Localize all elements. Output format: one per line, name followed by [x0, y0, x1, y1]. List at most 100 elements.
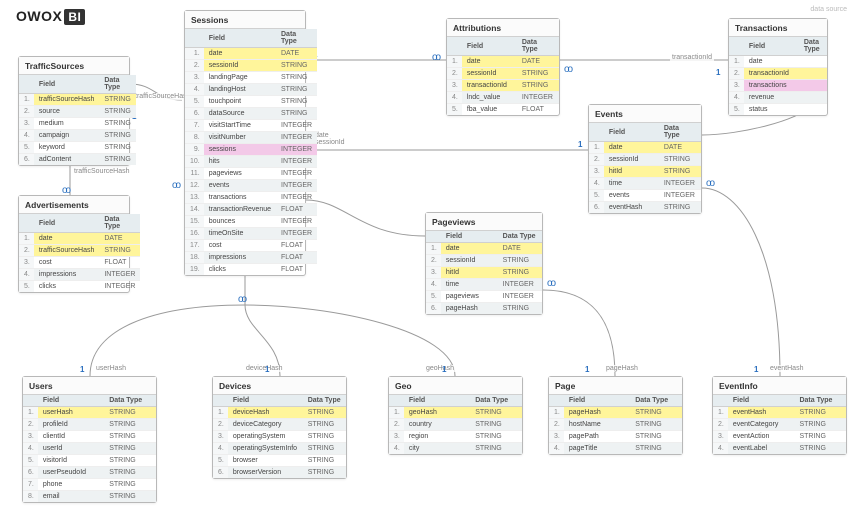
table-row[interactable]: 2.sessionIdSTRING [447, 68, 559, 80]
table-row[interactable]: 3.clientIdSTRING [23, 431, 156, 443]
table-row[interactable]: 2.sessionIdSTRING [589, 154, 701, 166]
table-row[interactable]: 1.geoHashSTRING [389, 407, 522, 419]
table-row[interactable]: 3.hitIdSTRING [426, 267, 542, 279]
table-row[interactable]: 4.landingHostSTRING [185, 84, 317, 96]
entity-attributions[interactable]: AttributionsFieldData Type1.dateDATE2.se… [446, 18, 560, 116]
table-row[interactable]: 5.visitorIdSTRING [23, 455, 156, 467]
table-row[interactable]: 4.revenue [729, 92, 827, 104]
table-row[interactable]: 5.pageviewsINTEGER [426, 291, 542, 303]
table-row[interactable]: 7.visitStartTimeINTEGER [185, 120, 317, 132]
table-row[interactable]: 6.pageHashSTRING [426, 303, 542, 315]
table-row[interactable]: 4.lndc_valueINTEGER [447, 92, 559, 104]
table-row[interactable]: 3.transactions [729, 80, 827, 92]
table-row[interactable]: 1.deviceHashSTRING [213, 407, 346, 419]
table-row[interactable]: 2.trafficSourceHashSTRING [19, 245, 140, 257]
table-row[interactable]: 5.status [729, 104, 827, 116]
table-row[interactable]: 1.pageHashSTRING [549, 407, 682, 419]
table-row[interactable]: 3.mediumSTRING [19, 118, 136, 130]
table-row[interactable]: 8.visitNumberINTEGER [185, 132, 317, 144]
table-row[interactable]: 5.browserSTRING [213, 455, 346, 467]
data-type: INTEGER [276, 156, 317, 168]
data-type: DATE [659, 142, 701, 154]
table-row[interactable]: 4.campaignSTRING [19, 130, 136, 142]
table-row[interactable]: 2.sessionIdSTRING [185, 60, 317, 72]
table-row[interactable]: 1.date [729, 56, 827, 68]
table-row[interactable]: 3.transactionIdSTRING [447, 80, 559, 92]
entity-title: Geo [389, 377, 522, 395]
data-type: INTEGER [276, 144, 317, 156]
table-row[interactable]: 3.eventActionSTRING [713, 431, 846, 443]
table-row[interactable]: 2.countrySTRING [389, 419, 522, 431]
table-row[interactable]: 6.eventHashSTRING [589, 202, 701, 214]
entity-advertisements[interactable]: AdvertisementsFieldData Type1.dateDATE2.… [18, 195, 130, 293]
table-row[interactable]: 7.phoneSTRING [23, 479, 156, 491]
entity-geo[interactable]: GeoFieldData Type1.geoHashSTRING2.countr… [388, 376, 523, 455]
table-row[interactable]: 4.timeINTEGER [589, 178, 701, 190]
table-row[interactable]: 15.bouncesINTEGER [185, 216, 317, 228]
table-row[interactable]: 4.operatingSystemInfoSTRING [213, 443, 346, 455]
table-row[interactable]: 11.pageviewsINTEGER [185, 168, 317, 180]
table-row[interactable]: 1.dateDATE [447, 56, 559, 68]
table-row[interactable]: 6.adContentSTRING [19, 154, 136, 166]
table-row[interactable]: 18.impressionsFLOAT [185, 252, 317, 264]
table-row[interactable]: 2.transactionId [729, 68, 827, 80]
data-type: STRING [498, 267, 542, 279]
table-row[interactable]: 2.profileIdSTRING [23, 419, 156, 431]
table-row[interactable]: 1.eventHashSTRING [713, 407, 846, 419]
entity-trafficsources[interactable]: TrafficSourcesFieldData Type1.trafficSou… [18, 56, 130, 166]
entity-users[interactable]: UsersFieldData Type1.userHashSTRING2.pro… [22, 376, 157, 503]
row-num: 9. [185, 144, 204, 156]
table-row[interactable]: 4.pageTitleSTRING [549, 443, 682, 455]
table-row[interactable]: 14.transactionRevenueFLOAT [185, 204, 317, 216]
table-row[interactable]: 10.hitsINTEGER [185, 156, 317, 168]
table-row[interactable]: 5.fba_valueFLOAT [447, 104, 559, 116]
table-row[interactable]: 2.deviceCategorySTRING [213, 419, 346, 431]
table-row[interactable]: 8.emailSTRING [23, 491, 156, 503]
table-row[interactable]: 2.eventCategorySTRING [713, 419, 846, 431]
field-name: phone [38, 479, 104, 491]
table-row[interactable]: 6.browserVersionSTRING [213, 467, 346, 479]
entity-events[interactable]: EventsFieldData Type1.dateDATE2.sessionI… [588, 104, 702, 214]
table-row[interactable]: 3.pagePathSTRING [549, 431, 682, 443]
table-row[interactable]: 13.transactionsINTEGER [185, 192, 317, 204]
table-row[interactable]: 1.userHashSTRING [23, 407, 156, 419]
table-row[interactable]: 17.costFLOAT [185, 240, 317, 252]
entity-transactions[interactable]: TransactionsFieldData Type1.date2.transa… [728, 18, 828, 116]
row-num: 1. [19, 94, 34, 106]
table-row[interactable]: 4.userIdSTRING [23, 443, 156, 455]
entity-page[interactable]: PageFieldData Type1.pageHashSTRING2.host… [548, 376, 683, 455]
table-row[interactable]: 2.sourceSTRING [19, 106, 136, 118]
table-row[interactable]: 16.timeOnSiteINTEGER [185, 228, 317, 240]
table-row[interactable]: 1.dateDATE [426, 243, 542, 255]
table-row[interactable]: 6.dataSourceSTRING [185, 108, 317, 120]
table-row[interactable]: 1.trafficSourceHashSTRING [19, 94, 136, 106]
table-row[interactable]: 19.clicksFLOAT [185, 264, 317, 276]
table-row[interactable]: 5.touchpointSTRING [185, 96, 317, 108]
row-num: 2. [19, 245, 34, 257]
table-row[interactable]: 5.eventsINTEGER [589, 190, 701, 202]
table-row[interactable]: 5.clicksINTEGER [19, 281, 140, 293]
entity-eventinfo[interactable]: EventInfoFieldData Type1.eventHashSTRING… [712, 376, 847, 455]
entity-pageviews[interactable]: PageviewsFieldData Type1.dateDATE2.sessi… [425, 212, 543, 315]
table-row[interactable]: 5.keywordSTRING [19, 142, 136, 154]
table-row[interactable]: 4.impressionsINTEGER [19, 269, 140, 281]
table-row[interactable]: 3.costFLOAT [19, 257, 140, 269]
table-row[interactable]: 9.sessionsINTEGER [185, 144, 317, 156]
table-row[interactable]: 3.hitIdSTRING [589, 166, 701, 178]
table-row[interactable]: 3.regionSTRING [389, 431, 522, 443]
data-type [799, 92, 827, 104]
table-row[interactable]: 1.dateDATE [589, 142, 701, 154]
table-row[interactable]: 6.userPseudoIdSTRING [23, 467, 156, 479]
entity-sessions[interactable]: SessionsFieldData Type1.dateDATE2.sessio… [184, 10, 306, 276]
table-row[interactable]: 12.eventsINTEGER [185, 180, 317, 192]
table-row[interactable]: 2.hostNameSTRING [549, 419, 682, 431]
table-row[interactable]: 3.landingPageSTRING [185, 72, 317, 84]
entity-devices[interactable]: DevicesFieldData Type1.deviceHashSTRING2… [212, 376, 347, 479]
table-row[interactable]: 4.citySTRING [389, 443, 522, 455]
table-row[interactable]: 4.timeINTEGER [426, 279, 542, 291]
table-row[interactable]: 1.dateDATE [19, 233, 140, 245]
table-row[interactable]: 3.operatingSystemSTRING [213, 431, 346, 443]
table-row[interactable]: 4.eventLabelSTRING [713, 443, 846, 455]
table-row[interactable]: 1.dateDATE [185, 48, 317, 60]
table-row[interactable]: 2.sessionIdSTRING [426, 255, 542, 267]
